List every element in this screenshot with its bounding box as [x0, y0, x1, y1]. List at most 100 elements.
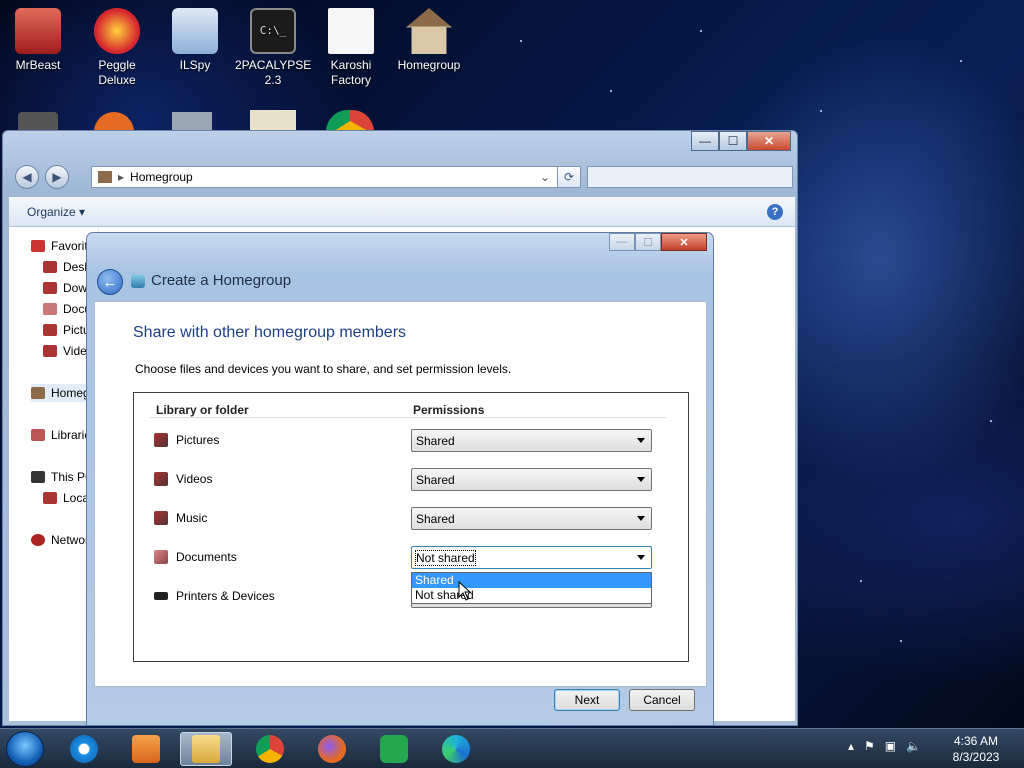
dropdown-option-shared[interactable]: Shared	[412, 573, 651, 588]
clock-time: 4:36 AM	[953, 734, 999, 748]
homegroup-small-icon	[98, 171, 112, 183]
system-tray: ▴ ⚑ ▣ 🔈	[848, 739, 921, 753]
chevron-down-icon	[637, 438, 645, 443]
network-status-icon[interactable]: ▣	[885, 739, 896, 753]
taskbar-media-player[interactable]	[120, 732, 172, 766]
firefox-desktop-icon[interactable]	[94, 112, 134, 132]
address-bar[interactable]: ▸ Homegroup ⌄	[91, 166, 581, 188]
desktop-icon-2pacalypse[interactable]: C:\_ 2PACALYPSE 2.3	[235, 8, 311, 88]
desktop-icon-karoshi[interactable]: Karoshi Factory	[313, 8, 389, 88]
dialog-minimize-button: —	[609, 233, 635, 251]
clock[interactable]: 4:36 AM 8/3/2023	[944, 733, 1008, 765]
dialog-window-controls: — ☐ ✕	[609, 233, 707, 251]
taskbar-file-explorer[interactable]	[180, 732, 232, 766]
libraries-icon	[31, 429, 45, 441]
row-label-music: Music	[154, 509, 207, 527]
ilspy-icon	[172, 8, 218, 54]
taskbar-internet-explorer[interactable]	[58, 732, 110, 766]
row-label-videos: Videos	[154, 470, 212, 488]
help-icon[interactable]: ?	[767, 203, 783, 220]
computer-icon	[31, 471, 45, 483]
printer-icon	[154, 592, 168, 600]
next-button[interactable]: Next	[554, 689, 620, 711]
cancel-button[interactable]: Cancel	[629, 689, 695, 711]
address-dropdown-icon[interactable]: ⌄	[540, 170, 550, 184]
back-button[interactable]: ◀	[15, 165, 39, 189]
maximize-button[interactable]: ☐	[719, 131, 747, 151]
karoshi-icon	[328, 8, 374, 54]
address-text: Homegroup	[130, 170, 193, 184]
desktop-icon-partial-3[interactable]	[172, 112, 212, 132]
peggle-icon	[94, 8, 140, 54]
header-divider	[150, 417, 666, 418]
create-homegroup-dialog: — ☐ ✕ ← Create a Homegroup Share with ot…	[86, 232, 714, 726]
chevron-down-icon	[637, 516, 645, 521]
mrbeast-icon	[15, 8, 61, 54]
page-heading: Share with other homegroup members	[133, 324, 407, 341]
dialog-title: Create a Homegroup	[151, 272, 292, 289]
downloads-icon	[43, 282, 57, 294]
permission-select-music[interactable]: Shared	[411, 507, 652, 530]
row-label-printers: Printers & Devices	[154, 587, 275, 605]
taskbar-chrome[interactable]	[244, 732, 296, 766]
desktop-icon-homegroup[interactable]: Homegroup	[391, 8, 467, 73]
permission-select-documents[interactable]: Not shared	[411, 546, 652, 569]
internet-explorer-icon	[70, 735, 98, 763]
show-hidden-icons-icon[interactable]: ▴	[848, 739, 854, 753]
refresh-button[interactable]: ⟳	[557, 166, 581, 188]
terminal-icon: C:\_	[250, 8, 296, 54]
desktop-icon-partial-4[interactable]	[250, 110, 296, 132]
desktop-icon-partial-1[interactable]	[18, 112, 58, 132]
pictures-icon	[154, 433, 168, 447]
row-label-documents: Documents	[154, 548, 237, 566]
desktop-icon-mrbeast[interactable]: MrBeast	[0, 8, 76, 73]
start-button[interactable]	[6, 731, 44, 767]
minimize-button[interactable]: —	[691, 131, 719, 151]
wizard-back-button[interactable]: ←	[97, 269, 123, 295]
taskbar: ▴ ⚑ ▣ 🔈 4:36 AM 8/3/2023	[0, 728, 1024, 768]
permission-select-pictures[interactable]: Shared	[411, 429, 652, 452]
taskbar-sheets[interactable]	[368, 732, 420, 766]
instructions-text: Choose files and devices you want to sha…	[135, 362, 512, 376]
close-button[interactable]: ✕	[747, 131, 791, 151]
spreadsheet-icon	[380, 735, 408, 763]
chevron-down-icon	[637, 555, 645, 560]
folder-icon	[192, 735, 220, 763]
command-bar: Organize ▾ ?	[9, 197, 795, 227]
search-input[interactable]	[587, 166, 793, 188]
disk-icon	[43, 492, 57, 504]
dropdown-option-not-shared[interactable]: Not shared	[412, 588, 651, 603]
desktop-icon-ilspy[interactable]: ILSpy	[157, 8, 233, 73]
taskbar-edge[interactable]	[430, 732, 482, 766]
edge-icon	[442, 735, 470, 763]
chrome-desktop-icon[interactable]	[326, 110, 374, 132]
row-label-pictures: Pictures	[154, 431, 219, 449]
mouse-cursor-icon	[458, 581, 472, 601]
network-icon	[31, 534, 45, 546]
house-icon	[406, 8, 452, 54]
permission-dropdown-list: Shared Not shared	[411, 572, 652, 604]
share-list: Library or folder Permissions Pictures S…	[133, 392, 689, 662]
pictures-icon	[43, 324, 57, 336]
music-icon	[154, 511, 168, 525]
column-header-permissions: Permissions	[413, 403, 485, 417]
dialog-footer: Next Cancel	[94, 687, 707, 721]
desktop-icon	[43, 261, 57, 273]
column-header-library: Library or folder	[156, 403, 249, 417]
chevron-down-icon	[637, 477, 645, 482]
firefox-icon	[318, 735, 346, 763]
breadcrumb-arrow-icon: ▸	[118, 170, 125, 184]
taskbar-firefox[interactable]	[306, 732, 358, 766]
explorer-window-controls: — ☐ ✕	[691, 131, 791, 151]
forward-button[interactable]: ▶	[45, 165, 69, 189]
clock-date: 8/3/2023	[952, 750, 1000, 764]
videos-icon	[154, 472, 168, 486]
permission-select-videos[interactable]: Shared	[411, 468, 652, 491]
documents-icon	[43, 303, 57, 315]
volume-icon[interactable]: 🔈	[906, 739, 921, 753]
dialog-close-button[interactable]: ✕	[661, 233, 707, 251]
dialog-content: Share with other homegroup members Choos…	[94, 301, 707, 687]
desktop-icon-peggle[interactable]: Peggle Deluxe	[79, 8, 155, 88]
organize-button[interactable]: Organize ▾	[27, 205, 85, 219]
flag-icon[interactable]: ⚑	[864, 739, 875, 753]
